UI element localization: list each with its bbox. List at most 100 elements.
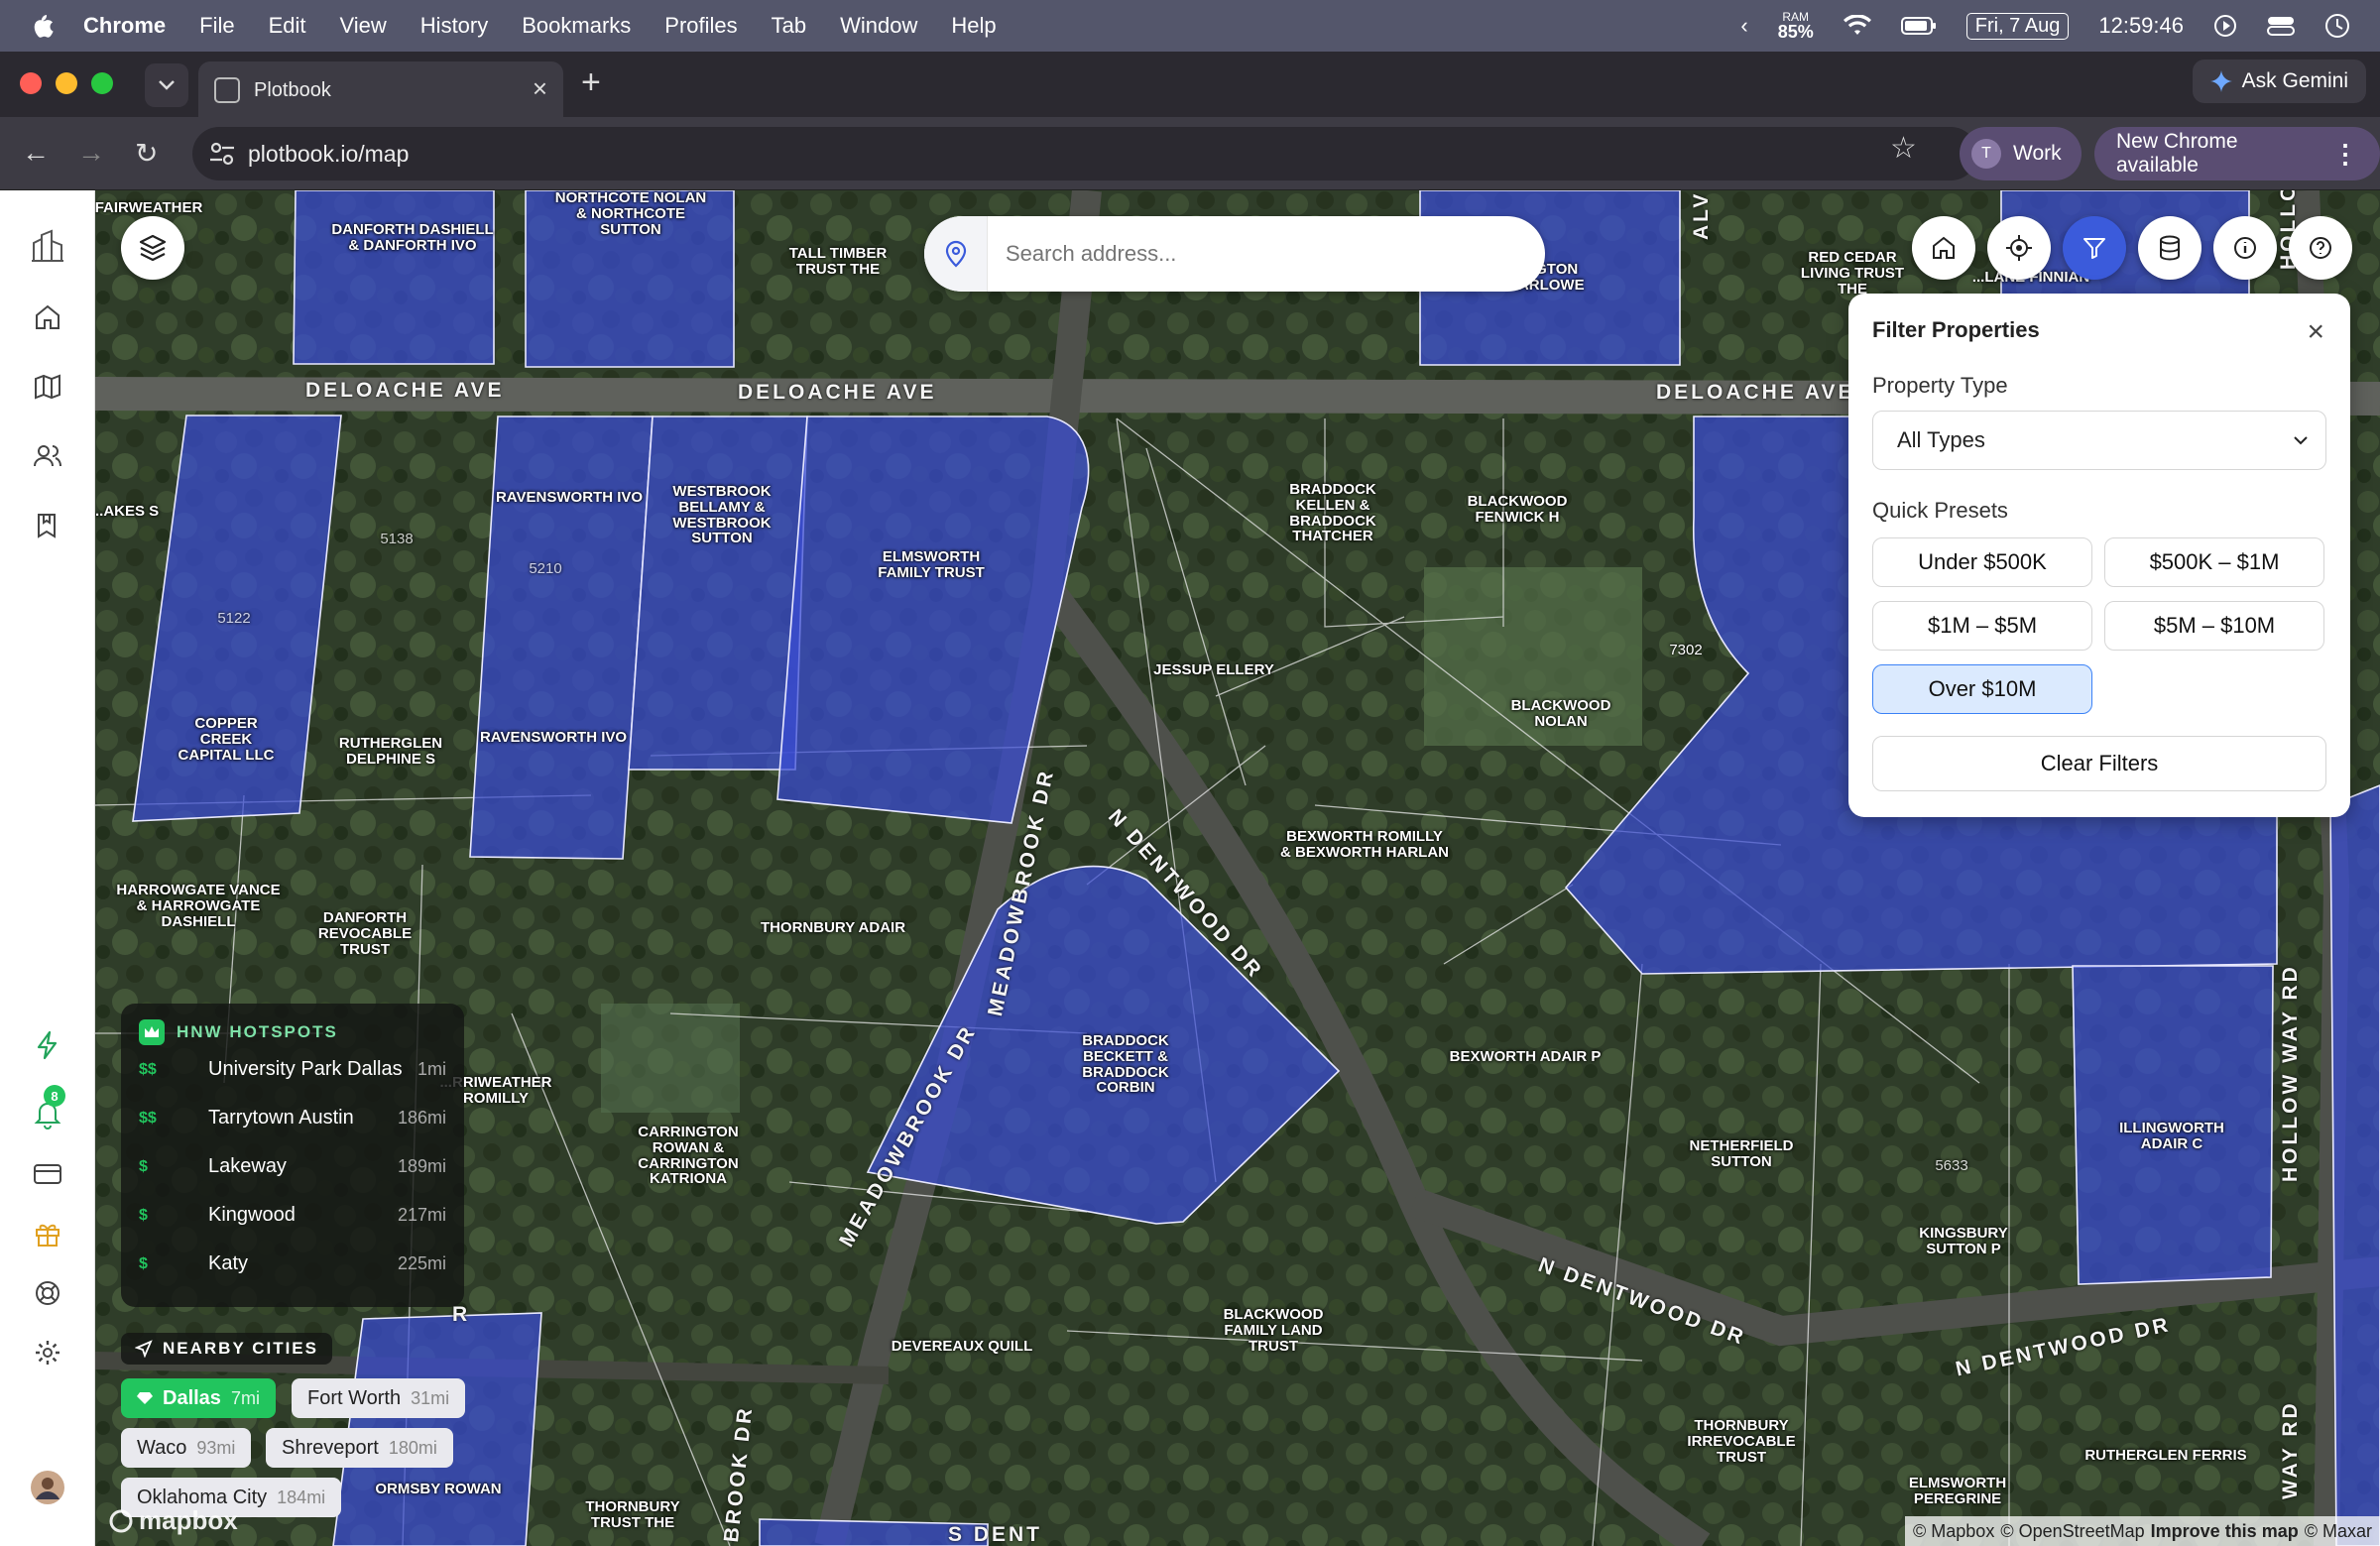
owner-label: RAVENSWORTH IVO — [495, 489, 644, 506]
menu-history[interactable]: History — [420, 13, 488, 39]
ram-indicator[interactable]: RAM 85% — [1778, 11, 1814, 41]
menu-profiles[interactable]: Profiles — [664, 13, 737, 39]
filter-button[interactable] — [2063, 216, 2126, 280]
locate-me-button[interactable] — [1987, 216, 2051, 280]
users-icon[interactable] — [26, 434, 69, 478]
hotspot-distance: 189mi — [397, 1156, 446, 1176]
more-vertical-icon[interactable]: ⋮ — [2332, 139, 2358, 170]
macos-menu-bar: Chrome File Edit View History Bookmarks … — [0, 0, 2380, 52]
menu-bookmarks[interactable]: Bookmarks — [522, 13, 631, 39]
menu-edit[interactable]: Edit — [269, 13, 306, 39]
ram-value: 85% — [1777, 22, 1814, 42]
preset-1m-5m-button[interactable]: $1M – $5M — [1872, 601, 2092, 651]
owner-label: RAVENSWORTH IVO — [479, 729, 628, 746]
property-type-select[interactable]: All Types — [1872, 411, 2326, 470]
data-layers-button[interactable] — [2138, 216, 2202, 280]
ask-gemini-button[interactable]: Ask Gemini — [2192, 59, 2366, 103]
profile-button[interactable]: T Work — [1960, 127, 2082, 180]
house-number: 5138 — [380, 531, 414, 547]
city-distance: 31mi — [411, 1387, 450, 1408]
battery-icon[interactable] — [1900, 17, 1937, 35]
nearby-cities-header: NEARBY CITIES — [121, 1333, 332, 1365]
logo-buildings-icon[interactable] — [26, 224, 69, 268]
menu-file[interactable]: File — [199, 13, 234, 39]
map-icon[interactable] — [26, 365, 69, 409]
forward-arrow-icon[interactable]: → — [77, 137, 105, 169]
owner-label: HARROWGATE VANCE & HARROWGATE DASHIELL — [116, 882, 281, 930]
city-chip-dallas[interactable]: Dallas 7mi — [121, 1378, 276, 1418]
preset-over-10m-button[interactable]: Over $10M — [1872, 664, 2092, 714]
help-button[interactable] — [2289, 216, 2352, 280]
chevron-left-icon[interactable]: ‹ — [1740, 13, 1747, 39]
preset-5m-10m-button[interactable]: $5M – $10M — [2104, 601, 2324, 651]
close-tab-icon[interactable]: × — [533, 73, 547, 104]
home-view-button[interactable] — [1912, 216, 1975, 280]
close-window-button[interactable] — [20, 72, 42, 94]
hotspot-row[interactable]: $$ University Park Dallas 1mi — [139, 1045, 446, 1094]
url-text: plotbook.io/map — [248, 140, 410, 167]
address-search[interactable] — [924, 216, 1545, 292]
lightning-icon[interactable] — [26, 1023, 69, 1067]
owner-label: BEXWORTH ADAIR P — [1449, 1048, 1602, 1065]
map-canvas[interactable]: DELOACHE AVE DELOACHE AVE DELOACHE AVE M… — [95, 190, 2380, 1546]
menu-window[interactable]: Window — [840, 13, 917, 39]
city-chip-fort-worth[interactable]: Fort Worth 31mi — [292, 1378, 466, 1418]
city-chip-waco[interactable]: Waco 93mi — [121, 1428, 252, 1468]
menu-app-name[interactable]: Chrome — [83, 13, 166, 39]
improve-map-link[interactable]: Improve this map — [2151, 1521, 2299, 1542]
hotspot-distance: 186mi — [397, 1108, 446, 1128]
user-avatar[interactable] — [26, 1466, 69, 1509]
bookmark-star-icon[interactable]: ☆ — [1890, 131, 1917, 166]
reload-icon[interactable]: ↻ — [135, 137, 158, 170]
credit-card-icon[interactable] — [26, 1152, 69, 1196]
plotbook-app: 8 DELOACHE AVE DELOACHE AVE DELOACHE AVE… — [0, 190, 2380, 1546]
preset-500k-1m-button[interactable]: $500K – $1M — [2104, 537, 2324, 587]
attribution-mapbox[interactable]: © Mapbox — [1913, 1521, 1994, 1542]
support-lifebuoy-icon[interactable] — [26, 1271, 69, 1315]
date-display[interactable]: Fri, 7 Aug — [1965, 12, 2070, 40]
mapbox-logo[interactable]: mapbox — [109, 1505, 238, 1536]
clear-filters-button[interactable]: Clear Filters — [1872, 736, 2326, 791]
tab-search-button[interactable] — [145, 63, 188, 107]
info-button[interactable] — [2213, 216, 2277, 280]
hotspot-row[interactable]: $ Kingwood 217mi — [139, 1191, 446, 1240]
preset-under-500k-button[interactable]: Under $500K — [1872, 537, 2092, 587]
hotspot-row[interactable]: $$ Tarrytown Austin 186mi — [139, 1094, 446, 1142]
owner-label: BRADDOCK BECKETT & BRADDOCK CORBIN — [1082, 1032, 1169, 1097]
hotspot-row[interactable]: $ Katy 225mi — [139, 1240, 446, 1288]
wifi-icon[interactable] — [1843, 15, 1871, 37]
search-input[interactable] — [1006, 241, 1521, 267]
layers-button[interactable] — [121, 216, 184, 280]
zoom-window-button[interactable] — [91, 72, 113, 94]
browser-tab-plotbook[interactable]: Plotbook × — [198, 61, 563, 119]
siri-icon[interactable] — [2324, 13, 2350, 39]
minimize-window-button[interactable] — [56, 72, 77, 94]
help-question-icon — [2310, 237, 2331, 259]
owner-label: WESTBROOK BELLAMY & WESTBROOK SUTTON — [672, 483, 772, 547]
home-icon[interactable] — [26, 296, 69, 339]
control-center-icon[interactable] — [2267, 15, 2295, 37]
bookmark-book-icon[interactable] — [26, 504, 69, 547]
menu-help[interactable]: Help — [951, 13, 996, 39]
apple-icon[interactable] — [26, 10, 58, 42]
site-settings-icon[interactable] — [208, 141, 236, 167]
back-arrow-icon[interactable]: ← — [22, 137, 50, 169]
clock[interactable]: 12:59:46 — [2098, 13, 2184, 39]
attribution-osm[interactable]: © OpenStreetMap — [2000, 1521, 2144, 1542]
close-icon[interactable]: × — [2307, 315, 2324, 349]
hotspot-row[interactable]: $ Lakeway 189mi — [139, 1142, 446, 1191]
play-icon[interactable] — [2213, 14, 2237, 38]
new-tab-icon[interactable]: + — [581, 63, 601, 102]
attribution-maxar[interactable]: © Maxar — [2305, 1521, 2372, 1542]
gift-icon[interactable] — [26, 1212, 69, 1255]
hotspot-distance: 217mi — [397, 1205, 446, 1225]
nearby-cities-title: NEARBY CITIES — [163, 1339, 318, 1358]
notifications-bell-icon[interactable]: 8 — [26, 1085, 69, 1136]
menu-view[interactable]: View — [340, 13, 387, 39]
address-bar[interactable]: plotbook.io/map — [192, 127, 1977, 180]
info-icon — [2234, 237, 2256, 259]
menu-tab[interactable]: Tab — [772, 13, 806, 39]
chrome-update-button[interactable]: New Chrome available ⋮ — [2094, 127, 2380, 180]
settings-gear-icon[interactable] — [26, 1331, 69, 1374]
city-chip-shreveport[interactable]: Shreveport 180mi — [266, 1428, 453, 1468]
